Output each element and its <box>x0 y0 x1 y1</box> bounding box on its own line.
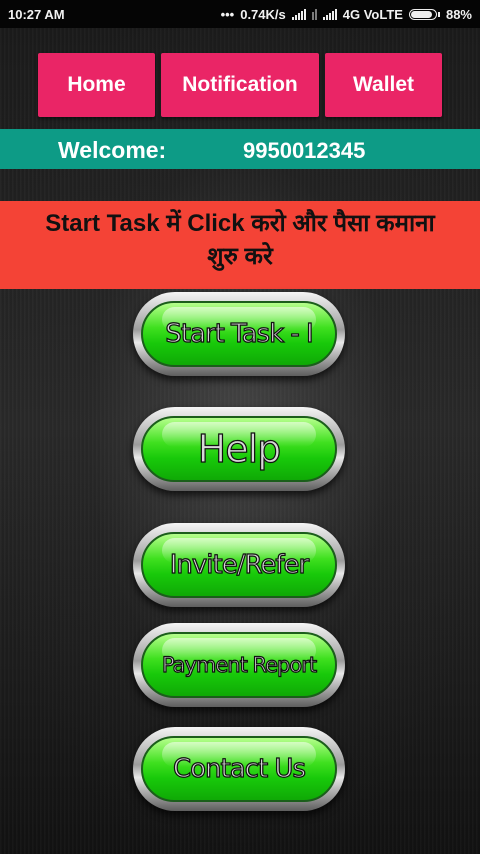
status-dots: ••• <box>220 6 235 22</box>
help-button[interactable]: Help <box>133 407 345 491</box>
payment-report-label: Payment Report <box>161 652 317 677</box>
status-time: 10:27 AM <box>8 6 65 22</box>
status-bar: 10:27 AM ••• 0.74K/s 4G VoLTE 88% <box>0 0 480 28</box>
top-nav: Home Notification Wallet <box>38 53 442 117</box>
invite-refer-button-face: Invite/Refer <box>141 532 337 598</box>
start-task-button-face: Start Task - I <box>141 301 337 367</box>
network-speed: 0.74K/s <box>240 6 286 22</box>
user-phone: 9950012345 <box>243 138 366 163</box>
payment-report-button-face: Payment Report <box>141 632 337 698</box>
invite-refer-label: Invite/Refer <box>169 549 310 580</box>
info-banner: Start Task में Click करो और पैसा कमाना श… <box>0 201 480 289</box>
battery-icon <box>408 8 440 20</box>
notification-button[interactable]: Notification <box>161 53 319 117</box>
home-button[interactable]: Home <box>38 53 155 117</box>
contact-us-button-face: Contact Us <box>141 736 337 802</box>
battery-percent: 88% <box>445 6 472 22</box>
invite-refer-button[interactable]: Invite/Refer <box>133 523 345 607</box>
signal-icon-2 <box>322 8 337 20</box>
status-right: ••• 0.74K/s 4G VoLTE 88% <box>221 7 472 22</box>
start-task-button[interactable]: Start Task - I <box>133 292 345 376</box>
data-arrows-icon <box>311 8 317 20</box>
network-type: 4G VoLTE <box>342 6 403 22</box>
payment-report-button[interactable]: Payment Report <box>133 623 345 707</box>
signal-icon <box>291 8 306 20</box>
contact-us-button[interactable]: Contact Us <box>133 727 345 811</box>
welcome-bar: Welcome: 9950012345 <box>0 129 480 169</box>
contact-us-label: Contact Us <box>172 753 306 784</box>
help-button-face: Help <box>141 416 337 482</box>
help-label: Help <box>197 426 282 471</box>
start-task-label: Start Task - I <box>165 318 315 349</box>
wallet-button[interactable]: Wallet <box>325 53 442 117</box>
welcome-label: Welcome: <box>58 137 167 163</box>
